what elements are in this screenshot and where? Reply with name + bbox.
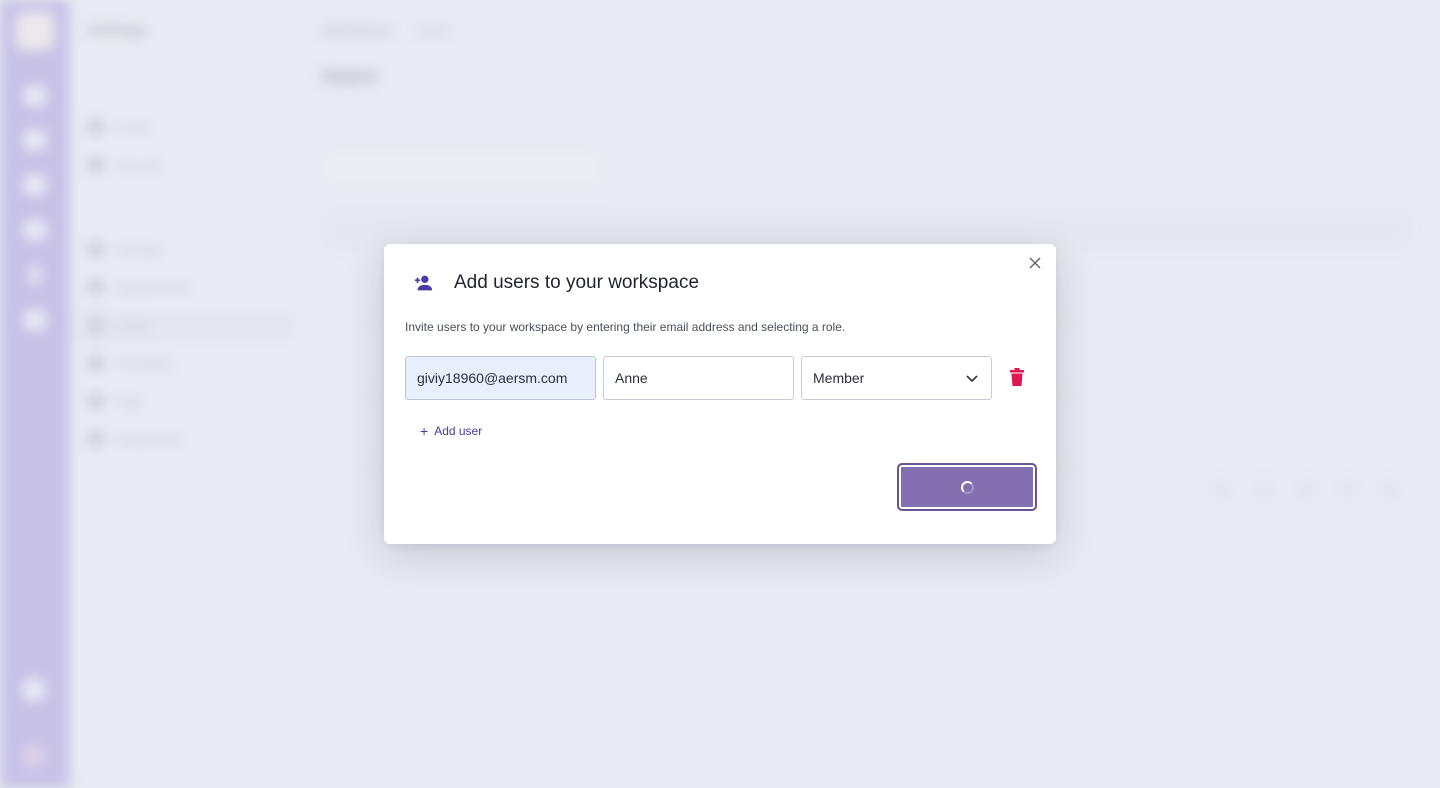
name-field[interactable] [603,356,794,400]
add-users-dialog: Add users to your workspace Invite users… [384,244,1056,544]
add-person-icon [414,275,433,291]
close-icon [1029,257,1041,269]
delete-row-button[interactable] [1008,368,1026,388]
spinner-icon [961,481,974,494]
dialog-description: Invite users to your workspace by enteri… [405,320,846,334]
add-user-button[interactable]: + Add user [420,424,482,438]
add-user-label: Add user [434,424,483,438]
role-value: Member [813,370,865,386]
chevron-down-icon [966,375,978,383]
close-button[interactable] [1026,254,1044,272]
submit-button[interactable] [897,463,1037,511]
dialog-title: Add users to your workspace [454,272,700,293]
plus-icon: + [420,423,429,439]
email-field[interactable] [405,356,596,400]
trash-icon [1010,368,1024,386]
role-select[interactable]: Member [801,356,992,400]
